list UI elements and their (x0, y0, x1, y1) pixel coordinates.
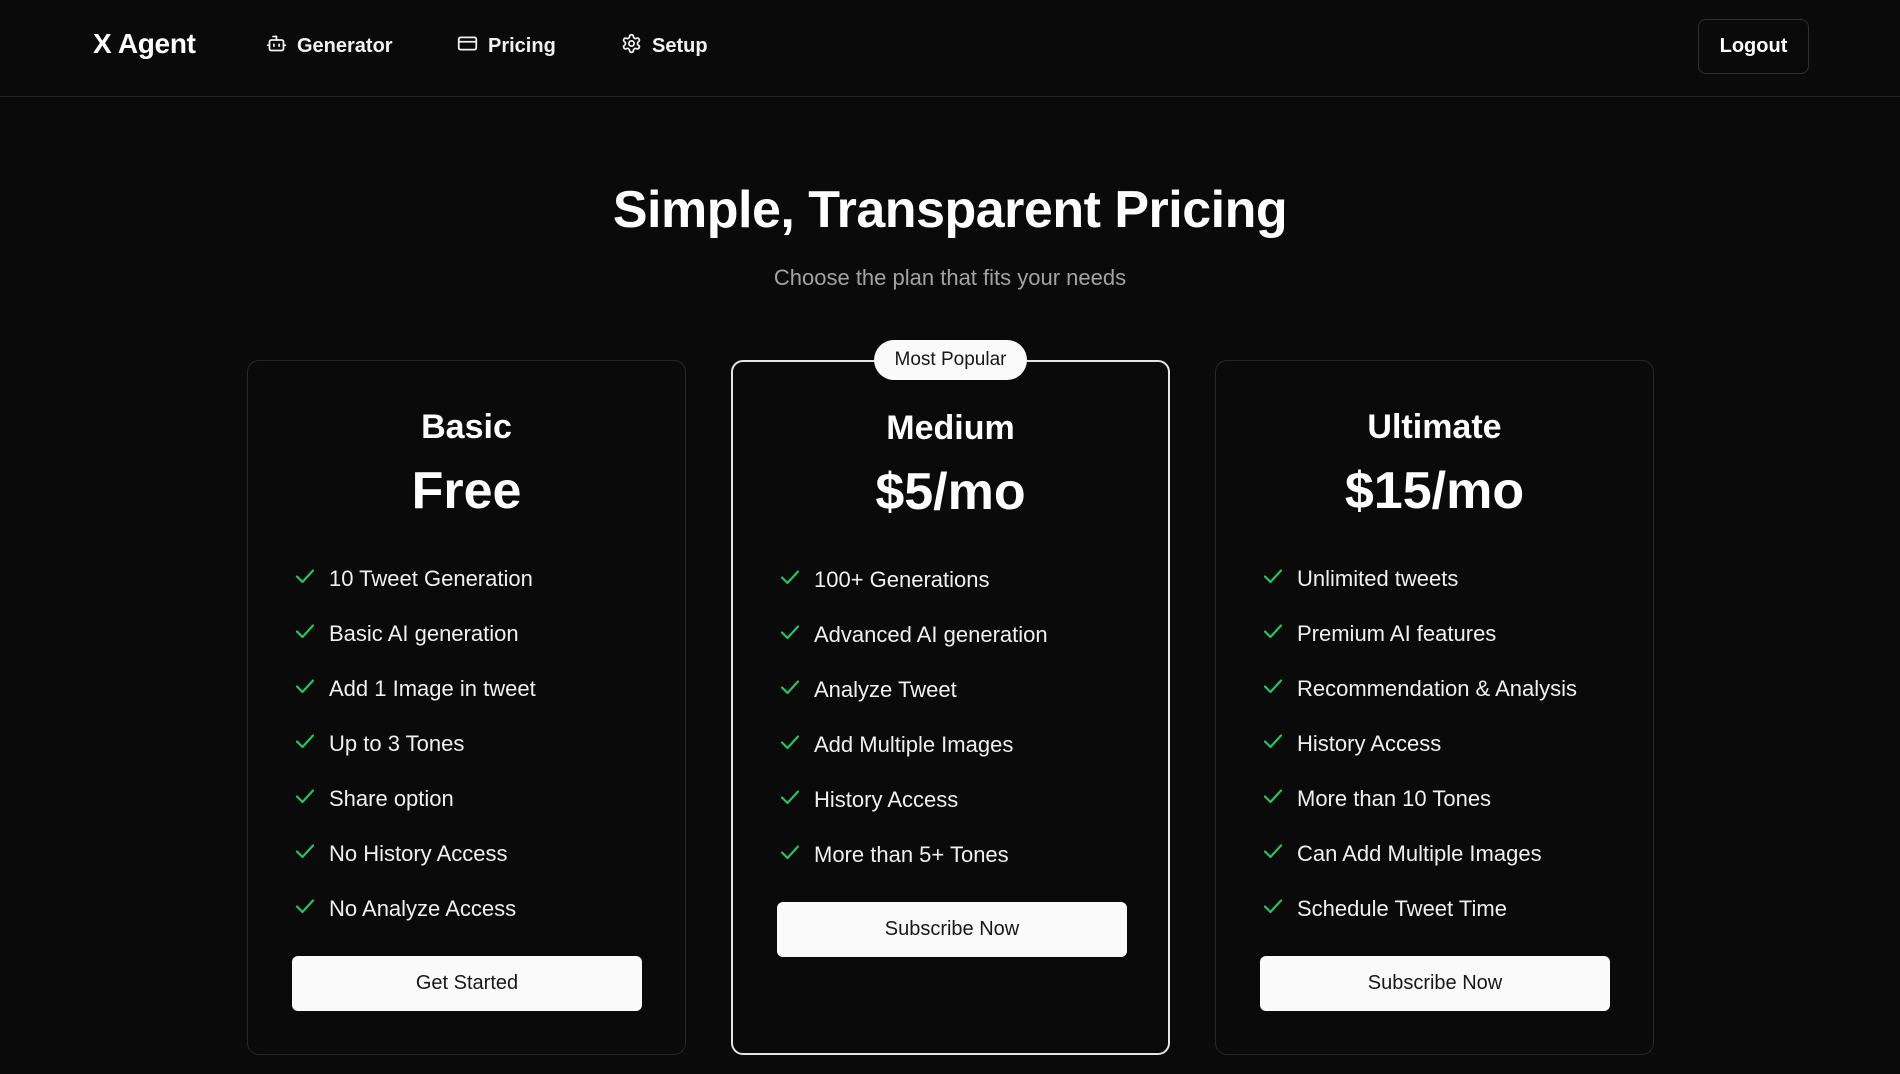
feature-label: Advanced AI generation (814, 621, 1048, 647)
feature-item: More than 10 Tones (1261, 771, 1577, 826)
feature-item: Basic AI generation (293, 606, 536, 661)
check-icon (1261, 729, 1297, 759)
check-icon (1261, 784, 1297, 814)
check-icon (778, 565, 814, 595)
feature-item: 10 Tweet Generation (293, 551, 536, 606)
feature-label: No Analyze Access (329, 895, 517, 921)
nav-item-label: Pricing (488, 34, 556, 57)
feature-list: 10 Tweet Generation Basic AI generation … (293, 551, 536, 936)
feature-label: Add Multiple Images (814, 731, 1014, 757)
check-icon (778, 675, 814, 705)
feature-label: More than 10 Tones (1297, 785, 1492, 811)
feature-label: History Access (814, 786, 959, 812)
feature-item: 100+ Generations (778, 552, 1048, 607)
top-navbar: X Agent Generator Pricing Setup Logout (0, 0, 1900, 97)
plan-name: Medium (886, 409, 1015, 447)
feature-label: Add 1 Image in tweet (329, 675, 536, 701)
plan-price: Free (411, 462, 522, 520)
feature-item: More than 5+ Tones (778, 827, 1048, 882)
check-icon (293, 619, 329, 649)
feature-item: No History Access (293, 826, 536, 881)
feature-label: Recommendation & Analysis (1297, 675, 1578, 701)
plan-name: Ultimate (1367, 408, 1502, 446)
check-icon (1261, 894, 1297, 924)
plan-price: $5/mo (875, 463, 1026, 521)
feature-label: Unlimited tweets (1297, 565, 1459, 591)
feature-label: Analyze Tweet (814, 676, 957, 702)
feature-item: Can Add Multiple Images (1261, 826, 1577, 881)
plan-price: $15/mo (1344, 462, 1525, 520)
nav-item-pricing[interactable]: Pricing (457, 33, 556, 59)
gear-icon (621, 33, 642, 60)
feature-item: Recommendation & Analysis (1261, 661, 1577, 716)
most-popular-badge: Most Popular (873, 340, 1028, 380)
feature-item: Add Multiple Images (778, 717, 1048, 772)
check-icon (778, 785, 814, 815)
check-icon (293, 784, 329, 814)
logout-button[interactable]: Logout (1698, 19, 1809, 74)
feature-list: Unlimited tweets Premium AI features Rec… (1261, 551, 1577, 936)
feature-item: Premium AI features (1261, 606, 1577, 661)
get-started-button[interactable]: Get Started (292, 956, 642, 1011)
subscribe-now-button[interactable]: Subscribe Now (777, 902, 1127, 957)
check-icon (1261, 619, 1297, 649)
plan-name: Basic (421, 408, 512, 446)
subscribe-now-button[interactable]: Subscribe Now (1260, 956, 1610, 1011)
nav-item-setup[interactable]: Setup (621, 33, 708, 59)
feature-label: Share option (329, 785, 454, 811)
feature-label: Premium AI features (1297, 620, 1497, 646)
check-icon (778, 620, 814, 650)
feature-item: No Analyze Access (293, 881, 536, 936)
check-icon (778, 730, 814, 760)
feature-item: Analyze Tweet (778, 662, 1048, 717)
feature-item: Advanced AI generation (778, 607, 1048, 662)
feature-item: History Access (778, 772, 1048, 827)
nav-item-generator[interactable]: Generator (266, 33, 393, 59)
check-icon (1261, 564, 1297, 594)
feature-label: Basic AI generation (329, 620, 519, 646)
pricing-card-ultimate: Ultimate $15/mo Unlimited tweets Premium… (1215, 360, 1654, 1055)
credit-card-icon (457, 33, 478, 60)
check-icon (293, 729, 329, 759)
check-icon (1261, 674, 1297, 704)
feature-item: Add 1 Image in tweet (293, 661, 536, 716)
feature-label: History Access (1297, 730, 1442, 756)
bot-icon (266, 33, 287, 60)
check-icon (1261, 839, 1297, 869)
check-icon (778, 840, 814, 870)
feature-item: Up to 3 Tones (293, 716, 536, 771)
nav-item-label: Setup (652, 34, 708, 57)
pricing-card-medium: Most Popular Medium $5/mo 100+ Generatio… (731, 340, 1170, 1055)
nav-item-label: Generator (297, 34, 393, 57)
feature-label: Schedule Tweet Time (1297, 895, 1507, 921)
check-icon (293, 839, 329, 869)
feature-label: More than 5+ Tones (814, 841, 1009, 867)
feature-list: 100+ Generations Advanced AI generation … (778, 552, 1048, 882)
feature-item: Schedule Tweet Time (1261, 881, 1577, 936)
feature-label: Can Add Multiple Images (1297, 840, 1542, 866)
check-icon (293, 564, 329, 594)
check-icon (293, 894, 329, 924)
page-subtitle: Choose the plan that fits your needs (773, 265, 1127, 290)
page-title: Simple, Transparent Pricing (612, 181, 1288, 239)
pricing-card-basic: Basic Free 10 Tweet Generation Basic AI … (247, 360, 686, 1055)
feature-label: No History Access (329, 840, 508, 866)
feature-item: Share option (293, 771, 536, 826)
feature-item: History Access (1261, 716, 1577, 771)
brand-logo[interactable]: X Agent (93, 28, 196, 60)
feature-label: Up to 3 Tones (329, 730, 465, 756)
feature-item: Unlimited tweets (1261, 551, 1577, 606)
feature-label: 10 Tweet Generation (329, 565, 533, 591)
check-icon (293, 674, 329, 704)
feature-label: 100+ Generations (814, 566, 990, 592)
